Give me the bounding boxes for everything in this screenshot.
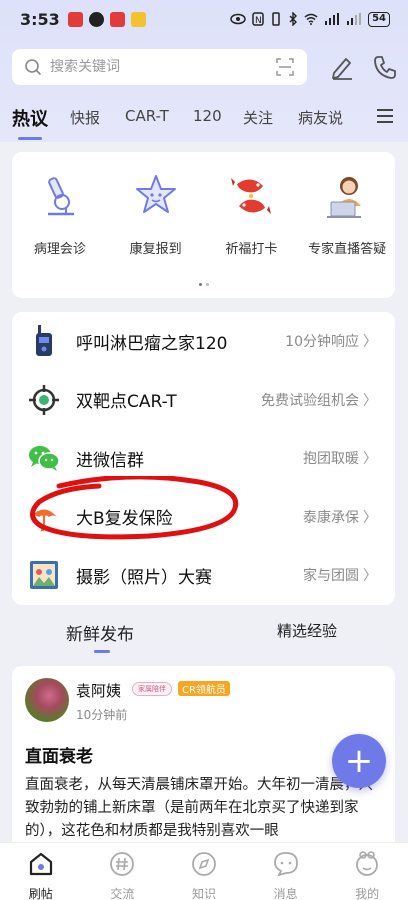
service-subtitle: 家与团圆 (303, 568, 359, 585)
scan-icon[interactable] (275, 57, 295, 77)
microscope-icon (47, 177, 74, 216)
star-face-icon (135, 175, 176, 213)
app-notification-icon (109, 11, 125, 27)
post-title[interactable]: 直面衰老 (25, 742, 93, 767)
wechat-icon (29, 446, 60, 472)
post-time: 10分钟前 (76, 708, 128, 722)
quick-action-label: 专家直播答疑 (308, 242, 387, 257)
quick-action-pathology[interactable]: 病理会诊 (15, 172, 105, 298)
chevron-right-icon: 〉 (363, 392, 377, 409)
signal-icon (325, 13, 340, 25)
service-subtitle: 泰康承保 (303, 509, 359, 526)
page-indicator (198, 283, 209, 286)
nav-label: 刷帖 (28, 887, 53, 900)
service-title: 大B复发保险 (76, 509, 173, 530)
tab-hot[interactable]: 热议 (12, 100, 70, 140)
app-notification-icon (67, 11, 83, 27)
quick-action-label: 祈福打卡 (225, 242, 278, 257)
service-row-insurance[interactable]: 大B复发保险 泰康承保 〉 (12, 488, 395, 547)
chevron-right-icon: 〉 (363, 568, 377, 585)
cr-navigator-badge: CR领航员 (178, 681, 230, 696)
app-notification-icon (130, 11, 146, 27)
family-badge: 家属陪伴 (132, 682, 172, 696)
phone-icon[interactable] (371, 53, 399, 81)
hashtag-icon (110, 852, 135, 876)
chevron-right-icon: 〉 (363, 334, 377, 351)
plus-icon: + (344, 741, 374, 781)
nav-label: 消息 (273, 887, 298, 900)
search-bar[interactable] (12, 49, 307, 85)
tab-news[interactable]: 快报 (70, 100, 125, 140)
quick-action-label: 病理会诊 (33, 242, 86, 257)
service-row-wechat-group[interactable]: 进微信群 抱团取暖 〉 (12, 429, 395, 488)
service-title: 呼叫淋巴瘤之家120 (76, 333, 228, 354)
umbrella-icon (31, 509, 57, 531)
nav-label: 交流 (110, 887, 135, 900)
profile-icon (356, 851, 379, 876)
nav-home[interactable]: 刷帖 (0, 843, 82, 900)
target-icon (29, 384, 59, 415)
nav-knowledge[interactable]: 知识 (163, 843, 245, 900)
create-post-button[interactable]: + (332, 734, 386, 788)
search-input[interactable] (50, 59, 275, 75)
nfc-icon: N (252, 12, 264, 26)
quick-actions-card: 病理会诊 康复报到 祈福打卡 专家直播答疑 (12, 152, 395, 298)
vibrate-icon (272, 12, 280, 26)
nav-label: 知识 (191, 887, 216, 900)
chat-icon (273, 852, 298, 877)
compass-icon (192, 852, 216, 876)
tab-featured-experience[interactable]: 精选经验 (277, 620, 337, 641)
nav-label: 我的 (355, 887, 380, 900)
svg-text:N: N (255, 16, 262, 26)
category-tabs: 热议 快报 CAR-T 120 关注 病友说 (12, 100, 408, 140)
qq-icon (88, 11, 104, 27)
post-body[interactable]: 直面衰老，从每天清晨铺床罩开始。大年初一清晨，兴致勃勃的铺上新床罩（是前两年在北… (25, 774, 383, 843)
koi-fish-icon (231, 178, 272, 214)
battery-indicator: 54 (368, 11, 390, 27)
nav-exchange[interactable]: 交流 (82, 843, 164, 900)
status-bar: 3:53 N 54 (20, 8, 390, 30)
service-subtitle: 免费试验组机会 (261, 392, 359, 409)
quick-action-label: 康复报到 (129, 242, 182, 257)
service-row-photo-contest[interactable]: 摄影（照片）大赛 家与团圆 〉 (12, 546, 395, 605)
tab-120[interactable]: 120 (193, 100, 243, 140)
service-subtitle: 10分钟响应 (285, 334, 359, 351)
search-icon (25, 59, 42, 76)
service-title: 摄影（照片）大赛 (76, 567, 212, 588)
service-subtitle: 抱团取暖 (303, 451, 359, 468)
bluetooth-icon (289, 12, 298, 26)
avatar[interactable] (25, 678, 69, 722)
chevron-right-icon: 〉 (363, 509, 377, 526)
nav-messages[interactable]: 消息 (245, 843, 327, 900)
quick-action-blessing[interactable]: 祈福打卡 (206, 172, 296, 298)
quick-action-recovery[interactable]: 康复报到 (111, 172, 201, 298)
service-row-car-t[interactable]: 双靶点CAR-T 免费试验组机会 〉 (12, 371, 395, 430)
tab-fresh-posts[interactable]: 新鲜发布 (66, 620, 134, 645)
feed-tabs: 新鲜发布 精选经验 (0, 606, 408, 656)
tab-car-t[interactable]: CAR-T (125, 100, 193, 140)
tab-follow[interactable]: 关注 (243, 100, 298, 140)
photo-frame-icon (30, 561, 58, 590)
menu-icon[interactable] (376, 108, 394, 124)
service-title: 进微信群 (76, 450, 144, 471)
signal-icon-2 (347, 13, 362, 25)
home-icon (29, 852, 52, 876)
bottom-navigation: 刷帖 交流 知识 消息 我的 (0, 842, 408, 900)
tab-patient-stories[interactable]: 病友说 (298, 100, 358, 140)
wifi-icon (304, 13, 318, 25)
service-row-call-120[interactable]: 呼叫淋巴瘤之家120 10分钟响应 〉 (12, 312, 395, 371)
quick-action-expert-live[interactable]: 专家直播答疑 (302, 172, 392, 298)
edit-pen-icon[interactable] (328, 53, 356, 81)
status-time: 3:53 (20, 9, 60, 29)
post-author[interactable]: 袁阿姨 (76, 680, 121, 701)
nav-profile[interactable]: 我的 (326, 843, 408, 900)
service-title: 双靶点CAR-T (76, 392, 177, 413)
eye-icon (230, 13, 246, 25)
walkie-talkie-icon (36, 325, 52, 357)
chevron-right-icon: 〉 (363, 451, 377, 468)
doctor-laptop-icon (327, 177, 362, 218)
active-tab-indicator (94, 650, 110, 653)
service-list-card: 呼叫淋巴瘤之家120 10分钟响应 〉 双靶点CAR-T 免费试验组机会 〉 进… (12, 312, 395, 605)
